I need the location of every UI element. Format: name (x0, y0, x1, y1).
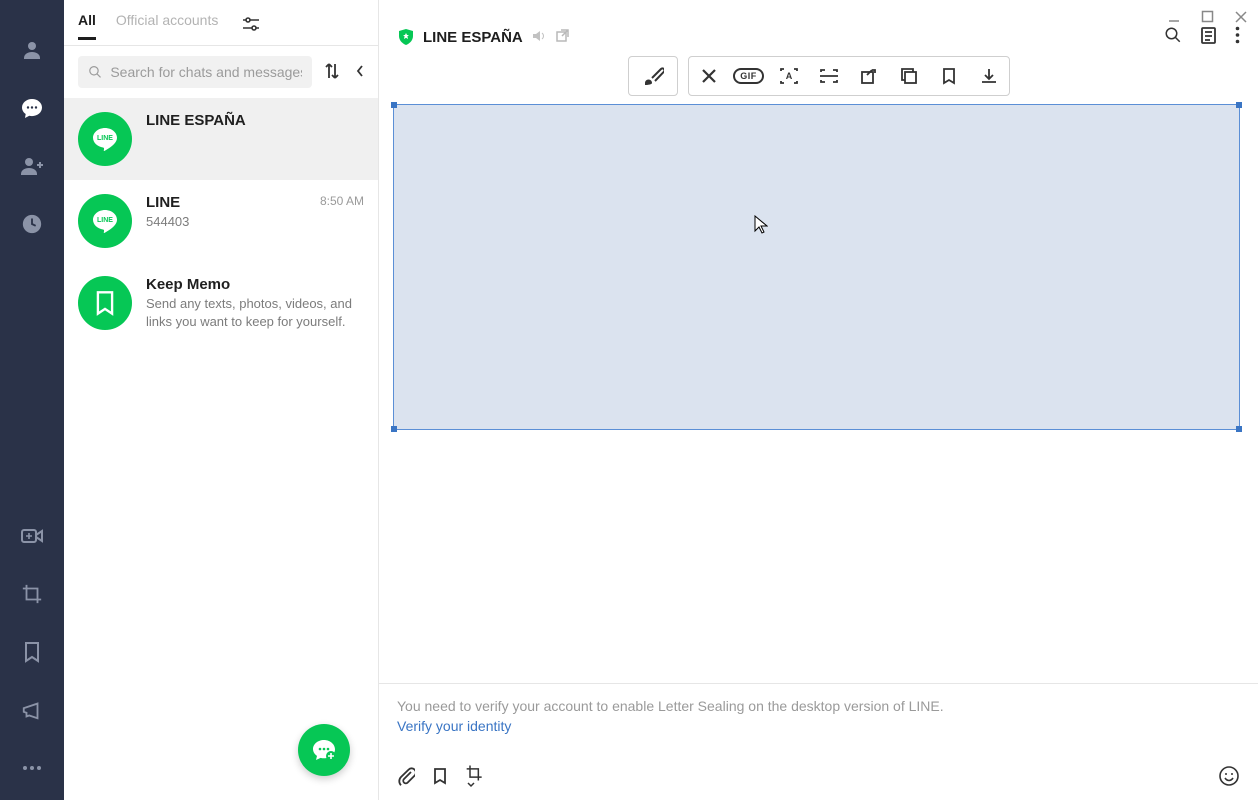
chat-name: LINE (146, 194, 180, 211)
chat-name: LINE ESPAÑA (146, 112, 246, 129)
close-button[interactable] (1230, 6, 1252, 31)
chat-preview: Send any texts, photos, videos, and link… (146, 295, 364, 330)
nav-rail (0, 0, 64, 800)
copy-button[interactable] (889, 57, 929, 95)
popout-icon[interactable] (555, 28, 570, 46)
download-button[interactable] (969, 57, 1009, 95)
chat-time: 8:50 AM (320, 194, 364, 208)
brush-button[interactable] (629, 57, 677, 95)
ocr-button[interactable]: A (769, 57, 809, 95)
chat-title: LINE ESPAÑA (423, 29, 523, 46)
search-box[interactable] (78, 56, 312, 88)
cancel-button[interactable] (689, 57, 729, 95)
chat-item[interactable]: Keep Memo Send any texts, photos, videos… (64, 262, 378, 344)
keep-icon[interactable] (18, 638, 46, 666)
svg-text:A: A (785, 71, 792, 81)
timeline-icon[interactable] (18, 210, 46, 238)
tab-all[interactable]: All (78, 12, 96, 40)
chat-list: LINE LINE ESPAÑA LINE LINE 8:50 AM 544403 (64, 98, 378, 800)
minimize-button[interactable] (1163, 6, 1185, 31)
sort-icon[interactable] (320, 58, 344, 87)
chat-item[interactable]: LINE LINE 8:50 AM 544403 (64, 180, 378, 262)
avatar-line-icon: LINE (78, 112, 132, 166)
chats-icon[interactable] (18, 94, 46, 122)
crop-icon[interactable] (18, 580, 46, 608)
chat-tabs: All Official accounts (64, 0, 378, 46)
chat-list-panel: All Official accounts LINE (64, 0, 379, 800)
add-friend-icon[interactable] (18, 152, 46, 180)
scan-button[interactable] (809, 57, 849, 95)
chat-main: LINE ESPAÑA (379, 0, 1258, 800)
verify-link[interactable]: Verify your identity (397, 718, 511, 734)
capture-tool-icon[interactable] (465, 764, 485, 788)
verify-notice: You need to verify your account to enabl… (397, 698, 1240, 714)
gif-button[interactable]: GIF (729, 57, 769, 95)
emoji-icon[interactable] (1218, 765, 1240, 787)
window-controls (1163, 6, 1252, 31)
chat-name: Keep Memo (146, 276, 230, 293)
new-chat-button[interactable] (298, 724, 350, 776)
collapse-icon[interactable] (352, 60, 368, 85)
share-button[interactable] (849, 57, 889, 95)
image-toolbar: GIF A (628, 56, 1010, 96)
shield-icon (397, 28, 415, 46)
tab-official[interactable]: Official accounts (116, 12, 218, 40)
svg-text:LINE: LINE (97, 135, 113, 142)
maximize-button[interactable] (1197, 6, 1218, 31)
chat-item[interactable]: LINE LINE ESPAÑA (64, 98, 378, 180)
bookmark-button[interactable] (929, 57, 969, 95)
filter-icon[interactable] (242, 17, 260, 34)
muted-icon[interactable] (531, 29, 547, 46)
chat-preview: 544403 (146, 213, 364, 231)
avatar-line-icon: LINE (78, 194, 132, 248)
keep-tool-icon[interactable] (433, 767, 447, 785)
announce-icon[interactable] (18, 696, 46, 724)
video-call-icon[interactable] (18, 522, 46, 550)
attach-icon[interactable] (397, 766, 415, 786)
avatar-keep-icon (78, 276, 132, 330)
cursor-icon (754, 215, 768, 238)
more-icon[interactable] (18, 754, 46, 782)
svg-text:LINE: LINE (97, 217, 113, 224)
friends-icon[interactable] (18, 36, 46, 64)
search-input[interactable] (110, 64, 302, 80)
image-canvas[interactable] (393, 104, 1240, 430)
